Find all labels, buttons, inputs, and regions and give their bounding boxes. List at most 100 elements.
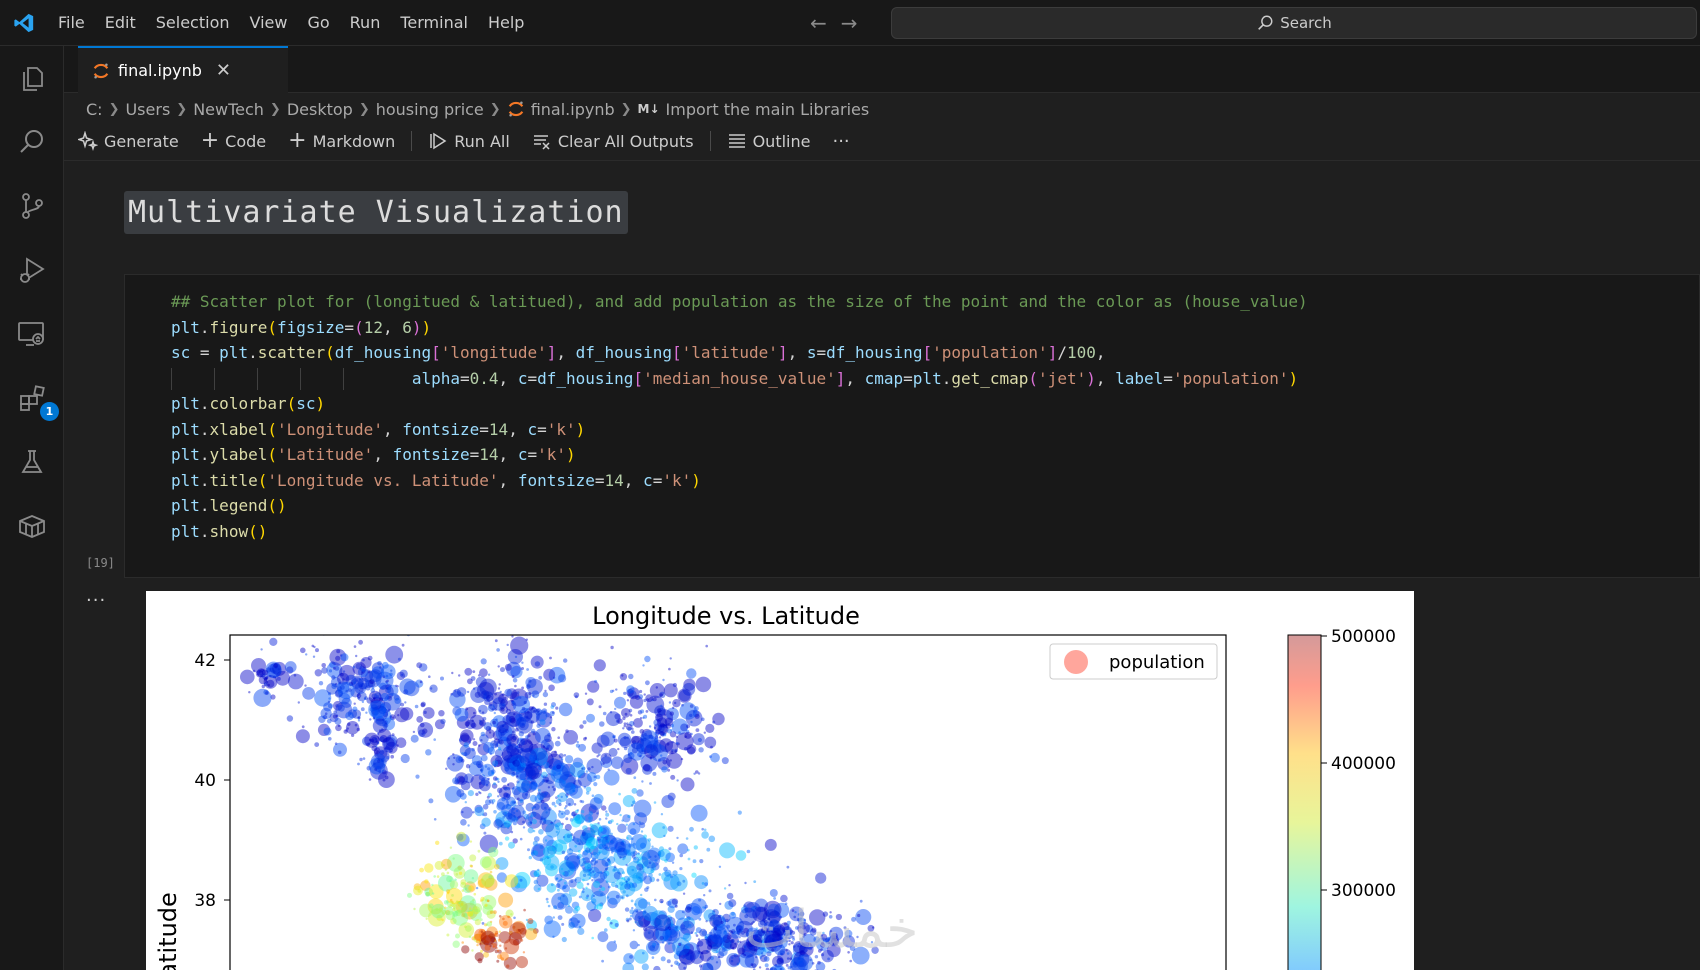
scatter-point: [533, 879, 539, 885]
sparkle-icon: [78, 131, 98, 151]
run-all-label: Run All: [454, 131, 510, 151]
scatter-point: [541, 708, 548, 714]
scatter-point: [354, 723, 358, 727]
forward-arrow-icon[interactable]: →: [841, 11, 858, 35]
more-actions-button[interactable]: ···: [832, 131, 849, 152]
scatter-point: [586, 882, 590, 886]
toolbar-divider: [64, 160, 1700, 161]
scatter-point: [367, 670, 371, 674]
code-editor[interactable]: ## Scatter plot for (longitued & latitue…: [171, 289, 1308, 544]
scatter-point: [520, 762, 526, 768]
scatter-point: [721, 947, 726, 953]
scatter-point: [532, 840, 538, 846]
menu-terminal[interactable]: Terminal: [390, 0, 478, 46]
scatter-point: [597, 931, 609, 943]
scatter-point: [501, 776, 507, 783]
scatter-point: [643, 693, 646, 696]
scatter-point: [625, 823, 628, 826]
scatter-point: [546, 744, 553, 751]
menu-help[interactable]: Help: [478, 0, 534, 46]
scatter-point: [525, 927, 538, 941]
breadcrumb-item[interactable]: NewTech: [193, 100, 264, 119]
close-icon[interactable]: ✕: [216, 60, 231, 81]
scatter-point: [591, 879, 594, 882]
breadcrumb-item[interactable]: final.ipynb: [531, 100, 615, 119]
scatter-point: [703, 894, 706, 897]
explorer-icon[interactable]: [10, 56, 54, 100]
search-icon[interactable]: [10, 120, 54, 164]
scatter-point: [612, 734, 616, 739]
scatter-point: [419, 680, 423, 684]
remote-explorer-icon[interactable]: [10, 312, 54, 356]
output-more-icon[interactable]: ···: [86, 590, 106, 611]
scatter-point: [446, 871, 450, 875]
breadcrumb-item[interactable]: Desktop: [287, 100, 353, 119]
code-cell[interactable]: ## Scatter plot for (longitued & latitue…: [124, 274, 1700, 578]
command-center-search[interactable]: Search: [891, 7, 1697, 39]
scatter-point: [472, 811, 475, 814]
add-code-button[interactable]: + Code: [201, 130, 266, 152]
scatter-point: [551, 892, 569, 910]
scatter-point: [542, 691, 549, 698]
scatter-point: [464, 667, 473, 676]
scatter-point: [370, 753, 387, 770]
scatter-point: [664, 741, 679, 755]
scatter-point: [764, 963, 769, 968]
scatter-point: [690, 931, 694, 934]
testing-icon[interactable]: [10, 440, 54, 484]
menu-file[interactable]: File: [48, 0, 95, 46]
execution-count: [19]: [86, 556, 115, 570]
scatter-point: [494, 639, 498, 643]
scatter-point: [359, 757, 363, 762]
scatter-point: [515, 956, 528, 969]
scatter-point: [577, 850, 581, 853]
breadcrumb-item[interactable]: housing price: [376, 100, 484, 119]
scatter-point: [626, 685, 635, 694]
scatter-point: [481, 817, 491, 827]
clear-outputs-button[interactable]: Clear All Outputs: [532, 131, 694, 151]
menu-go[interactable]: Go: [297, 0, 339, 46]
scatter-point: [347, 722, 351, 726]
scatter-point: [638, 859, 641, 862]
scatter-point: [332, 666, 336, 670]
breadcrumb-item[interactable]: Import the main Libraries: [666, 100, 870, 119]
source-control-icon[interactable]: [10, 184, 54, 228]
scatter-point: [563, 754, 567, 757]
scatter-point: [729, 911, 737, 919]
scatter-point: [655, 686, 658, 689]
menu-edit[interactable]: Edit: [95, 0, 146, 46]
scatter-point: [431, 892, 435, 895]
scatter-point: [488, 846, 499, 858]
menu-run[interactable]: Run: [340, 0, 391, 46]
scatter-point: [331, 675, 336, 680]
add-markdown-button[interactable]: + Markdown: [288, 130, 395, 152]
scatter-point: [273, 663, 278, 668]
scatter-point: [357, 719, 361, 722]
scatter-point: [522, 951, 526, 954]
scatter-point: [652, 771, 657, 776]
menu-view[interactable]: View: [240, 0, 298, 46]
tab-final-ipynb[interactable]: final.ipynb ✕: [78, 46, 288, 93]
scatter-point: [660, 956, 666, 962]
scatter-point: [737, 954, 740, 958]
scatter-point: [605, 810, 608, 813]
back-arrow-icon[interactable]: ←: [810, 11, 827, 35]
scatter-point: [461, 889, 465, 892]
packages-icon[interactable]: [10, 504, 54, 548]
jupyter-icon: [508, 101, 523, 117]
generate-button[interactable]: Generate: [78, 131, 179, 151]
outline-button[interactable]: Outline: [727, 131, 810, 151]
scatter-point: [509, 922, 527, 940]
markdown-cell-heading[interactable]: Multivariate Visualization: [124, 191, 628, 234]
run-debug-icon[interactable]: [10, 248, 54, 292]
extensions-icon[interactable]: 1: [10, 376, 59, 421]
scatter-point: [477, 958, 483, 964]
scatter-point: [646, 740, 662, 756]
scatter-point: [504, 874, 519, 888]
breadcrumb-item[interactable]: Users: [125, 100, 170, 119]
scatter-point: [550, 705, 555, 709]
breadcrumb-item[interactable]: C:: [86, 100, 103, 119]
scatter-point: [705, 920, 708, 923]
run-all-button[interactable]: Run All: [428, 131, 510, 151]
menu-selection[interactable]: Selection: [146, 0, 240, 46]
